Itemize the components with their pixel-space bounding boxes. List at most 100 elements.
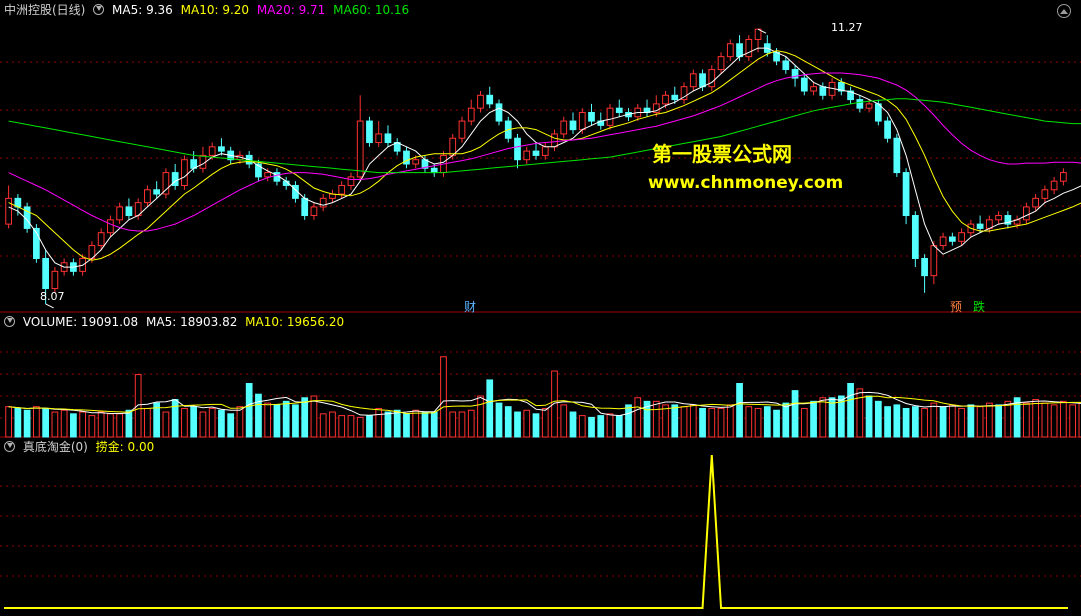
volume-bar [449, 411, 457, 438]
volume-bar [680, 406, 688, 438]
candle-body [5, 197, 12, 225]
indicator-name: 真底淘金(0) [22, 440, 88, 454]
candle-body [264, 172, 272, 178]
volume-bar [421, 411, 429, 438]
volume-bar [273, 404, 281, 438]
candle-body [810, 86, 817, 92]
candle-body [181, 159, 188, 186]
volume-bar [495, 402, 503, 438]
volume-bar [162, 411, 170, 438]
volume-bar [199, 411, 207, 438]
candle-body [458, 120, 466, 139]
candle-body [356, 120, 364, 178]
volume-bar [33, 406, 40, 438]
volume-bar [708, 407, 716, 438]
volume-bar [292, 404, 299, 438]
ma20-readout: MA20: 9.71 [256, 3, 326, 17]
volume-bar [810, 400, 817, 438]
candle-body [976, 223, 984, 229]
main-panel-header: 中洲控股(日线) MA5: 9.36 MA10: 9.20 MA20: 9.71… [4, 2, 413, 18]
candle-body [800, 77, 808, 92]
candle-body [523, 150, 531, 161]
volume-bar [144, 407, 151, 438]
low-price-label: 8.07 [40, 290, 65, 303]
volume-bar [430, 411, 438, 438]
indicator-dropdown-icon[interactable] [4, 441, 15, 452]
volume-bar [486, 379, 494, 438]
volume-bar [393, 409, 401, 438]
candle-body [144, 189, 151, 204]
volume-bar [689, 404, 697, 438]
volume-bar [754, 407, 762, 438]
finance-marker[interactable]: 财 [464, 298, 476, 315]
volume-bar [671, 404, 679, 438]
volume-bar [1022, 402, 1030, 438]
volume-bar [819, 397, 827, 438]
volume-bar [504, 406, 512, 438]
volume-bar [301, 397, 309, 438]
volume-bar [245, 383, 253, 438]
candle-body [495, 103, 503, 122]
forecast-marker[interactable]: 预 [950, 298, 962, 315]
candle-body [338, 184, 346, 195]
volume-bar [662, 404, 669, 438]
volume-bar [88, 415, 96, 438]
volume-bar [1004, 400, 1012, 438]
candle-body [736, 43, 743, 58]
volume-bar [403, 413, 410, 438]
chart-canvas[interactable] [0, 0, 1081, 613]
stock-title: 中洲控股(日线) [4, 3, 86, 17]
volume-bar [440, 356, 447, 438]
volume-bar [23, 409, 31, 438]
candle-body [893, 137, 901, 174]
volume-bar [930, 402, 938, 438]
candle-body [717, 56, 725, 71]
drop-marker[interactable]: 跌 [973, 298, 985, 315]
candle-body [930, 245, 938, 277]
volume-bar [1060, 400, 1067, 438]
volume-bar [699, 407, 706, 438]
candle-body [125, 206, 133, 217]
candle-body [958, 232, 965, 242]
volume-bar [856, 388, 864, 438]
candle-body [218, 146, 225, 152]
candle-body [486, 94, 494, 105]
candle-body [819, 86, 827, 96]
candle-body [1041, 189, 1049, 199]
candle-body [532, 150, 540, 156]
volume-bar [625, 404, 632, 438]
volume-bar [902, 407, 910, 438]
ma10-readout: MA10: 9.20 [180, 3, 250, 17]
volume-bar [338, 415, 346, 438]
volume-bar [208, 407, 216, 438]
volume-bar [773, 409, 780, 438]
low-pointer [45, 303, 54, 309]
candle-body [884, 120, 891, 139]
candle-body [412, 159, 420, 165]
volume-bar [356, 416, 364, 438]
candle-body [514, 137, 521, 161]
volume-bar [467, 409, 475, 438]
candle-body [995, 215, 1002, 221]
volume-bar [42, 407, 50, 438]
panel-toggle-icon[interactable] [1057, 4, 1071, 18]
candle-body [153, 189, 161, 195]
volume-bar [523, 409, 531, 438]
candle-body [948, 236, 956, 242]
volume-bar [551, 370, 558, 438]
dropdown-circle-icon[interactable] [93, 4, 105, 15]
volume-bar [458, 411, 466, 438]
candle-body [939, 236, 947, 247]
volume-bar [828, 397, 836, 438]
candle-body [541, 146, 549, 156]
volume-bar [939, 406, 947, 438]
volume-bar [60, 409, 68, 438]
volume-bar [181, 407, 188, 438]
volume-bar [597, 415, 605, 438]
volume-bar [745, 406, 753, 438]
chart-stage[interactable]: 中洲控股(日线) MA5: 9.36 MA10: 9.20 MA20: 9.71… [0, 0, 1081, 613]
volume-dropdown-icon[interactable] [4, 316, 15, 327]
volume-bar [1069, 404, 1076, 438]
volume-bar [985, 402, 993, 438]
candle-body [467, 107, 475, 122]
